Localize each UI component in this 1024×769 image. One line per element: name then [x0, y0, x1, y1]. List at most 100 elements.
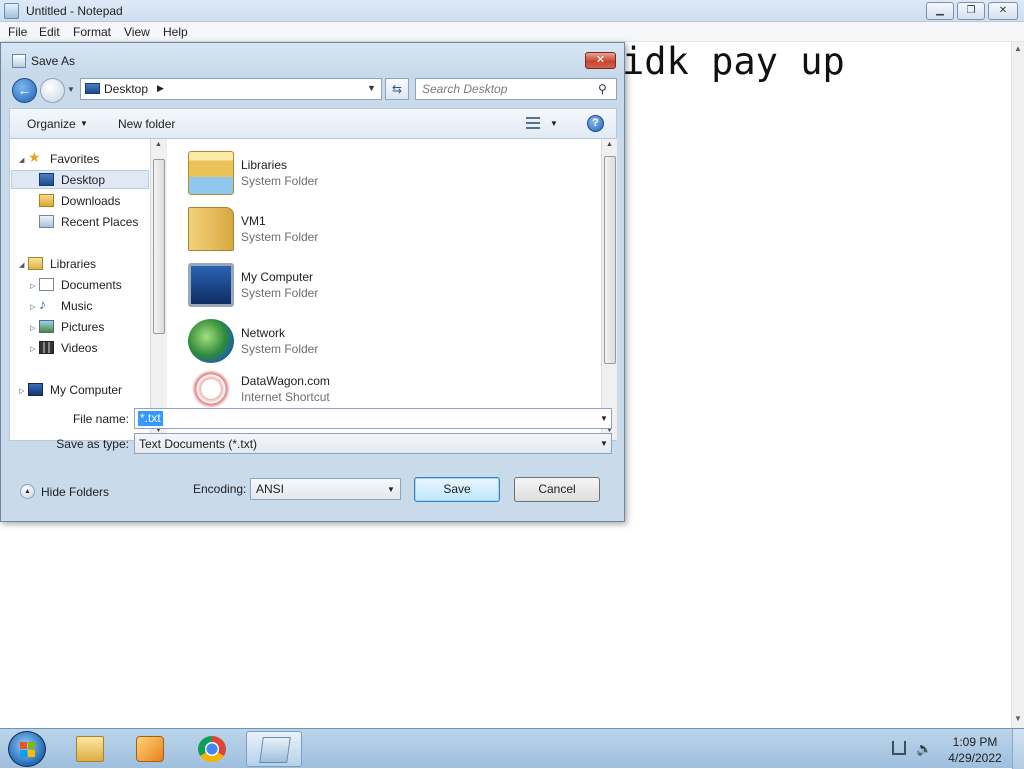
refresh-button[interactable]: ⇆ [385, 78, 409, 100]
chevron-down-icon[interactable]: ▼ [600, 439, 608, 448]
address-bar[interactable]: Desktop ▶ ▼ [80, 78, 382, 100]
file-list: Libraries System Folder VM1 System Folde… [172, 139, 600, 440]
save-button[interactable]: Save [414, 477, 500, 502]
file-item-my-computer[interactable]: My Computer System Folder [172, 257, 592, 309]
forward-button[interactable] [40, 78, 65, 103]
chevron-down-icon[interactable]: ▼ [80, 119, 88, 128]
scrollbar-thumb[interactable] [153, 159, 165, 334]
encoding-label: Encoding: [193, 482, 247, 496]
scroll-up-icon[interactable]: ▲ [1014, 44, 1022, 53]
windows-logo-icon [20, 742, 36, 758]
star-icon: ★ [28, 149, 41, 165]
expand-icon[interactable]: ▷ [30, 324, 35, 332]
dialog-titlebar[interactable]: Save As ✕ [1, 43, 624, 77]
minimize-icon: ▁ [936, 5, 944, 16]
scrollbar-thumb[interactable] [604, 156, 616, 364]
search-icon[interactable]: ⚲ [598, 82, 607, 96]
menu-format[interactable]: Format [73, 25, 111, 39]
close-button[interactable]: ✕ [988, 2, 1018, 20]
save-as-type-select[interactable]: Text Documents (*.txt) ▼ [134, 433, 612, 454]
file-name-label: File name: [72, 412, 129, 426]
show-desktop-button[interactable] [1012, 729, 1024, 769]
organize-button[interactable]: Organize [27, 117, 76, 131]
volume-icon[interactable]: 🔈 [916, 741, 932, 757]
file-item-network[interactable]: Network System Folder [172, 313, 592, 365]
new-folder-button[interactable]: New folder [118, 117, 175, 131]
network-icon[interactable] [892, 741, 906, 755]
file-name-value[interactable]: *.txt [138, 411, 163, 426]
expand-icon[interactable]: ▷ [30, 303, 35, 311]
clock-date[interactable]: 4/29/2022 [944, 751, 1006, 765]
maximize-button[interactable]: ❐ [957, 2, 985, 20]
back-button[interactable]: ← [12, 78, 37, 103]
notepad-icon [4, 3, 19, 19]
file-name-dropdown-icon[interactable]: ▼ [600, 414, 608, 423]
file-item-libraries[interactable]: Libraries System Folder [172, 145, 592, 197]
menu-view[interactable]: View [124, 25, 150, 39]
scroll-up-icon[interactable]: ▲ [155, 141, 162, 148]
videos-icon [39, 341, 54, 354]
collapse-arrow-icon: ▲ [20, 484, 35, 499]
expand-icon[interactable]: ▷ [30, 282, 35, 290]
chevron-down-icon[interactable]: ▼ [387, 485, 395, 494]
expand-icon[interactable]: ▷ [30, 345, 35, 353]
change-view-icon[interactable] [526, 117, 540, 129]
media-player-icon [136, 736, 164, 762]
navigation-scrollbar[interactable]: ▲ ▼ [150, 139, 167, 440]
libraries-icon [188, 151, 234, 195]
search-input[interactable] [422, 82, 592, 96]
file-list-scrollbar[interactable]: ▲ ▼ [601, 139, 617, 440]
scroll-down-icon[interactable]: ▼ [1014, 714, 1022, 723]
collapse-icon[interactable]: ◢ [19, 156, 24, 164]
scroll-up-icon[interactable]: ▲ [606, 141, 613, 148]
file-item-datawagon[interactable]: DataWagon.com Internet Shortcut [172, 361, 592, 413]
close-icon: ✕ [595, 54, 606, 66]
cancel-button[interactable]: Cancel [514, 477, 600, 502]
taskbar-explorer[interactable] [62, 731, 118, 767]
help-icon[interactable]: ? [587, 115, 604, 132]
window-title: Untitled - Notepad [26, 4, 123, 18]
clock-time[interactable]: 1:09 PM [948, 735, 1002, 749]
view-options-dropdown-icon[interactable]: ▼ [550, 119, 558, 128]
recent-places-icon [39, 215, 54, 228]
menu-help[interactable]: Help [163, 25, 188, 39]
music-icon: ♪ [39, 296, 46, 312]
file-item-vm1[interactable]: VM1 System Folder [172, 201, 592, 253]
restore-icon: ❐ [966, 5, 976, 16]
address-desktop-crumb[interactable]: Desktop [104, 82, 148, 96]
dialog-icon [12, 54, 26, 68]
windows-explorer-icon [76, 736, 104, 762]
breadcrumb-arrow-icon[interactable]: ▶ [157, 83, 164, 94]
encoding-select[interactable]: ANSI ▼ [250, 478, 401, 500]
start-button[interactable] [8, 731, 46, 767]
collapse-icon[interactable]: ◢ [19, 261, 24, 269]
taskbar-notepad[interactable] [246, 731, 302, 767]
close-icon: ✕ [998, 5, 1008, 16]
expand-icon[interactable]: ▷ [19, 387, 24, 395]
menu-edit[interactable]: Edit [39, 25, 60, 39]
desktop-icon [39, 173, 54, 186]
search-box[interactable]: ⚲ [415, 78, 617, 100]
address-dropdown-icon[interactable]: ▼ [367, 83, 376, 93]
desktop-icon [85, 83, 100, 94]
menu-file[interactable]: File [8, 25, 27, 39]
internet-shortcut-icon [188, 367, 234, 411]
file-name-field[interactable]: *.txt ▼ [134, 408, 612, 429]
taskbar-media-player[interactable] [122, 731, 178, 767]
recent-locations-dropdown-icon[interactable]: ▼ [67, 85, 75, 94]
libraries-icon [28, 257, 43, 270]
refresh-icon: ⇆ [391, 82, 403, 96]
computer-icon [28, 383, 43, 396]
navigation-pane: ◢ ★ Favorites Desktop Downloads Recent P… [10, 139, 168, 440]
editor-scrollbar[interactable]: ▲ ▼ [1011, 42, 1024, 728]
user-folder-icon [188, 207, 234, 251]
computer-icon [188, 263, 234, 307]
save-as-type-value: Text Documents (*.txt) [139, 437, 258, 451]
dialog-close-button[interactable]: ✕ [585, 52, 616, 69]
documents-icon [39, 278, 54, 291]
taskbar-chrome[interactable] [184, 731, 240, 767]
command-bar: Organize ▼ New folder ▼ ? [9, 108, 617, 138]
notepad-titlebar[interactable]: Untitled - Notepad ▁ ❐ ✕ [0, 0, 1024, 22]
minimize-button[interactable]: ▁ [926, 2, 954, 20]
save-as-type-label: Save as type: [56, 437, 129, 451]
